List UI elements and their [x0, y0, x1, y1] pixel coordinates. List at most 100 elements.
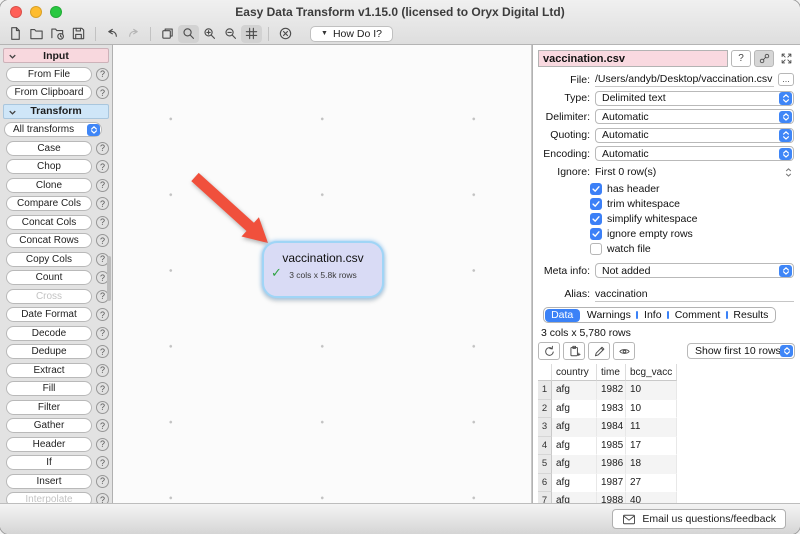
- help-icon[interactable]: ?: [731, 50, 751, 67]
- transform-button[interactable]: Chop: [6, 159, 92, 174]
- transform-button[interactable]: If: [6, 455, 92, 470]
- fullscreen-button[interactable]: [50, 6, 62, 18]
- checkbox-row[interactable]: ignore empty rows: [590, 228, 800, 241]
- file-path-field[interactable]: /Users/andyb/Desktop/vaccination.csv: [595, 72, 774, 87]
- link-nodes-icon[interactable]: [754, 50, 774, 67]
- zoom-out-button[interactable]: [220, 25, 241, 43]
- column-header[interactable]: time: [597, 364, 626, 381]
- sidebar-scrollbar[interactable]: [107, 256, 111, 301]
- checkbox[interactable]: [590, 198, 602, 210]
- help-icon[interactable]: ?: [96, 327, 109, 340]
- help-icon[interactable]: ?: [96, 142, 109, 155]
- checkbox-row[interactable]: watch file: [590, 243, 800, 256]
- checkbox-row[interactable]: has header: [590, 183, 800, 196]
- close-button[interactable]: [10, 6, 22, 18]
- help-icon[interactable]: ?: [96, 179, 109, 192]
- node-name-field[interactable]: [538, 50, 728, 67]
- help-icon[interactable]: ?: [96, 438, 109, 451]
- browse-button[interactable]: ...: [778, 73, 794, 86]
- encoding-dropdown[interactable]: Automatic: [595, 146, 794, 161]
- copy-to-clipboard-icon[interactable]: [563, 342, 585, 360]
- help-icon[interactable]: ?: [96, 364, 109, 377]
- transform-button[interactable]: Header: [6, 437, 92, 452]
- quoting-dropdown[interactable]: Automatic: [595, 128, 794, 143]
- table-row[interactable]: 2 afg 1983 10: [538, 400, 800, 419]
- checkbox-row[interactable]: trim whitespace: [590, 198, 800, 211]
- transform-button[interactable]: Concat Cols: [6, 215, 92, 230]
- transform-button[interactable]: Gather: [6, 418, 92, 433]
- refresh-icon[interactable]: [538, 342, 560, 360]
- meta-dropdown[interactable]: Not added: [595, 263, 794, 278]
- table-row[interactable]: 6 afg 1987 27: [538, 474, 800, 493]
- transform-button[interactable]: Date Format: [6, 307, 92, 322]
- email-feedback-button[interactable]: Email us questions/feedback: [612, 509, 786, 529]
- ignore-spinner[interactable]: First 0 row(s): [595, 166, 794, 178]
- input-button[interactable]: From File: [6, 67, 92, 82]
- transform-button[interactable]: Filter: [6, 400, 92, 415]
- transform-button[interactable]: Insert: [6, 474, 92, 489]
- grid-toggle-button[interactable]: [241, 25, 262, 43]
- transform-button[interactable]: Fill: [6, 381, 92, 396]
- tab[interactable]: Data: [545, 309, 580, 322]
- how-do-i-button[interactable]: ▼ How Do I?: [310, 26, 393, 42]
- table-row[interactable]: 5 afg 1986 18: [538, 455, 800, 474]
- help-icon[interactable]: ?: [96, 234, 109, 247]
- transform-button[interactable]: Copy Cols: [6, 252, 92, 267]
- eye-icon[interactable]: [613, 342, 635, 360]
- help-icon[interactable]: ?: [96, 308, 109, 321]
- transform-filter-dropdown[interactable]: All transforms: [4, 122, 102, 137]
- transform-section-header[interactable]: Transform: [3, 104, 109, 119]
- search-button[interactable]: [178, 25, 199, 43]
- checkbox[interactable]: [590, 243, 602, 255]
- help-icon[interactable]: ?: [96, 382, 109, 395]
- help-icon[interactable]: ?: [96, 456, 109, 469]
- column-header[interactable]: country: [552, 364, 597, 381]
- titlebar[interactable]: Easy Data Transform v1.15.0 (licensed to…: [0, 0, 800, 23]
- transform-button[interactable]: Cross: [6, 289, 92, 304]
- open-file-button[interactable]: [26, 25, 47, 43]
- table-row[interactable]: 7 afg 1988 40: [538, 492, 800, 503]
- help-icon[interactable]: ?: [96, 68, 109, 81]
- rows-shown-dropdown[interactable]: Show first 10 rows: [687, 343, 795, 359]
- duplicate-button[interactable]: [157, 25, 178, 43]
- type-dropdown[interactable]: Delimited text: [595, 91, 794, 106]
- help-icon[interactable]: ?: [96, 216, 109, 229]
- zoom-in-button[interactable]: [199, 25, 220, 43]
- help-icon[interactable]: ?: [96, 475, 109, 488]
- workflow-canvas[interactable]: vaccination.csv ✓ 3 cols x 5.8k rows: [113, 45, 532, 503]
- help-icon[interactable]: ?: [96, 493, 109, 503]
- column-header[interactable]: bcg_vacc: [626, 364, 677, 381]
- tab[interactable]: Info: [637, 308, 668, 322]
- redo-button[interactable]: [123, 25, 144, 43]
- help-icon[interactable]: ?: [96, 419, 109, 432]
- minimize-button[interactable]: [30, 6, 42, 18]
- table-row[interactable]: 4 afg 1985 17: [538, 437, 800, 456]
- transform-button[interactable]: Decode: [6, 326, 92, 341]
- help-icon[interactable]: ?: [96, 160, 109, 173]
- save-button[interactable]: [68, 25, 89, 43]
- input-section-header[interactable]: Input: [3, 48, 109, 63]
- spinner-arrows-icon[interactable]: [785, 168, 794, 177]
- tab[interactable]: Warnings: [580, 308, 637, 322]
- undo-button[interactable]: [102, 25, 123, 43]
- delimiter-dropdown[interactable]: Automatic: [595, 109, 794, 124]
- input-button[interactable]: From Clipboard: [6, 85, 92, 100]
- checkbox[interactable]: [590, 183, 602, 195]
- edit-pencil-icon[interactable]: [588, 342, 610, 360]
- tab[interactable]: Comment: [668, 308, 727, 322]
- new-file-button[interactable]: [5, 25, 26, 43]
- help-icon[interactable]: ?: [96, 197, 109, 210]
- transform-button[interactable]: Extract: [6, 363, 92, 378]
- expand-icon[interactable]: [777, 50, 795, 67]
- transform-button[interactable]: Concat Rows: [6, 233, 92, 248]
- table-row[interactable]: 1 afg 1982 10: [538, 381, 800, 400]
- cancel-button[interactable]: [275, 25, 296, 43]
- checkbox[interactable]: [590, 228, 602, 240]
- transform-button[interactable]: Compare Cols: [6, 196, 92, 211]
- alias-field[interactable]: vaccination: [595, 287, 794, 302]
- checkbox-row[interactable]: simplify whitespace: [590, 213, 800, 226]
- open-recent-button[interactable]: [47, 25, 68, 43]
- help-icon[interactable]: ?: [96, 345, 109, 358]
- table-row[interactable]: 3 afg 1984 11: [538, 418, 800, 437]
- tab[interactable]: Results: [727, 308, 775, 322]
